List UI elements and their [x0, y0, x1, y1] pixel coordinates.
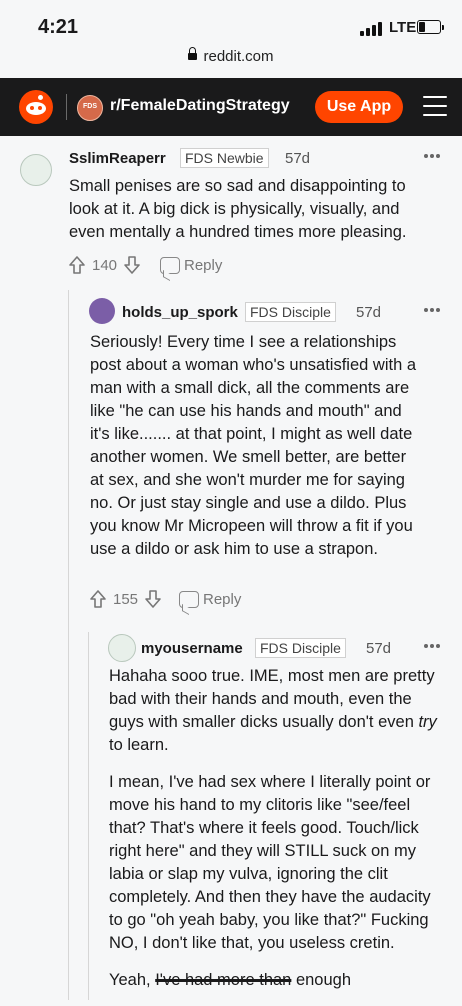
comment-age: 57d — [366, 640, 392, 657]
comment-age: 57d — [356, 304, 382, 321]
url-text: reddit.com — [203, 48, 274, 65]
emphasis-text: try — [418, 713, 437, 731]
comment-paragraph: Yeah, I've had more than enough — [109, 971, 352, 989]
vote-count: 155 — [113, 591, 139, 608]
comment: SslimReaperr FDS Newbie 57d Small penise… — [0, 140, 462, 290]
signal-icon — [360, 22, 386, 36]
strikethrough-text: I've had more than — [155, 971, 292, 989]
network-label: LTE — [389, 19, 417, 36]
reddit-header: FDS r/FemaleDatingStrategy Use App — [0, 78, 462, 136]
header-divider — [66, 94, 67, 120]
comment-body: Small penises are so sad and disappointi… — [69, 177, 407, 241]
comment-actions: 155 Reply — [89, 589, 289, 613]
avatar[interactable] — [89, 298, 115, 324]
reddit-logo-icon[interactable] — [19, 90, 53, 124]
subreddit-icon[interactable]: FDS — [77, 95, 103, 121]
comment-paragraph: Hahaha sooo true. IME, most men are pret… — [109, 667, 437, 754]
upvote-icon[interactable] — [68, 255, 86, 275]
use-app-button[interactable]: Use App — [315, 91, 403, 123]
comment-body: Hahaha sooo true. IME, most men are pret… — [109, 665, 439, 1006]
reply-icon[interactable] — [160, 257, 180, 274]
comment-author[interactable]: myousername — [141, 640, 243, 657]
vote-count: 140 — [92, 257, 118, 274]
more-options-icon[interactable] — [424, 308, 444, 314]
user-flair: FDS Newbie — [180, 148, 269, 168]
reply-icon[interactable] — [179, 591, 199, 608]
status-time: 4:21 — [38, 16, 79, 38]
more-options-icon[interactable] — [424, 154, 444, 160]
user-flair: FDS Disciple — [245, 302, 336, 322]
more-options-icon[interactable] — [424, 644, 444, 650]
subreddit-name[interactable]: r/FemaleDatingStrategy — [110, 97, 290, 115]
user-flair: FDS Disciple — [255, 638, 346, 658]
downvote-icon[interactable] — [123, 255, 141, 275]
url-bar[interactable]: reddit.com — [0, 47, 462, 76]
avatar[interactable] — [20, 154, 52, 186]
comment-body: Seriously! Every time I see a relationsh… — [90, 333, 417, 558]
hamburger-menu-icon[interactable] — [423, 96, 447, 116]
battery-icon — [417, 20, 444, 34]
comment-age: 57d — [285, 150, 311, 167]
avatar[interactable] — [108, 634, 136, 662]
lock-icon — [188, 47, 198, 60]
upvote-icon[interactable] — [89, 589, 107, 609]
comment: myousername FDS Disciple 57d Hahaha sooo… — [0, 634, 462, 1000]
reply-button[interactable]: Reply — [203, 591, 241, 608]
comment: holds_up_spork FDS Disciple 57d Seriousl… — [0, 296, 462, 626]
comment-paragraph: I mean, I've had sex where I literally p… — [109, 773, 431, 952]
reply-button[interactable]: Reply — [184, 257, 222, 274]
downvote-icon[interactable] — [144, 589, 162, 609]
comment-actions: 140 Reply — [68, 255, 268, 279]
comment-author[interactable]: holds_up_spork — [122, 304, 238, 321]
status-bar: 4:21 LTE — [0, 0, 462, 48]
comment-author[interactable]: SslimReaperr — [69, 150, 166, 167]
